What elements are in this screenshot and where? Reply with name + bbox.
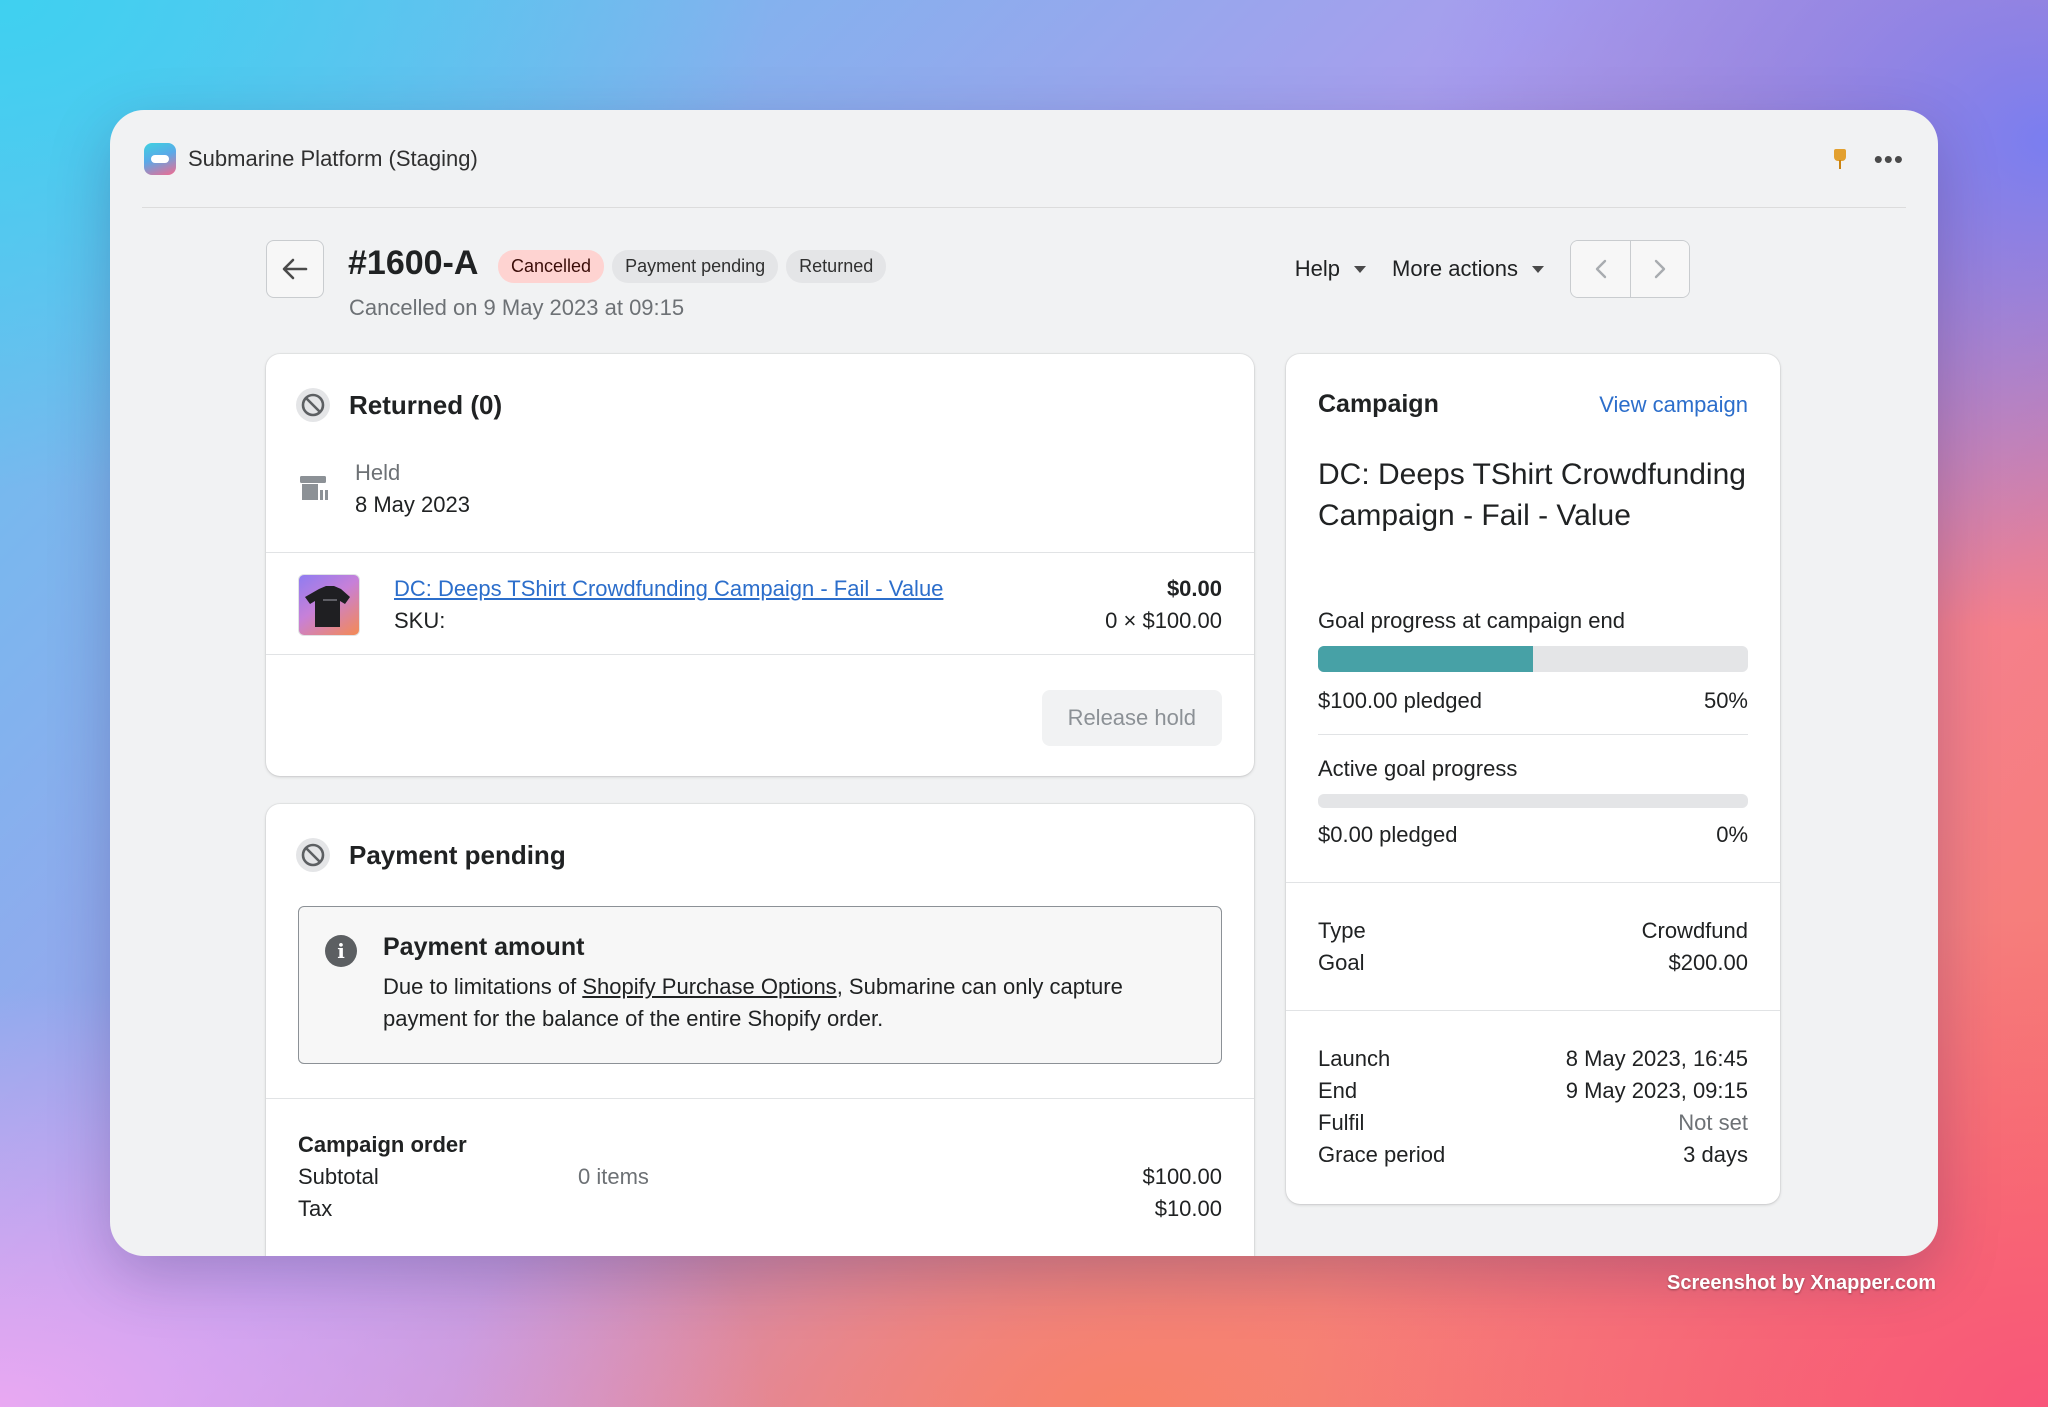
product-sku: SKU:	[394, 608, 446, 633]
subtotal-value: $100.00	[1142, 1164, 1222, 1189]
goal-label: Goal	[1318, 950, 1365, 975]
order-page: #1600-A Cancelled Payment pending Return…	[266, 240, 1780, 1256]
end-value: 9 May 2023, 09:15	[1565, 1078, 1748, 1103]
subtotal-label: Subtotal	[298, 1164, 379, 1189]
watermark: Screenshot by Xnapper.com	[1667, 1272, 1936, 1294]
goal-end-progress-bar	[1318, 646, 1748, 672]
pin-icon[interactable]	[1832, 147, 1848, 171]
chevron-left-icon	[1595, 259, 1606, 279]
caret-down-icon	[1532, 265, 1544, 273]
end-label: End	[1318, 1078, 1358, 1103]
product-thumbnail	[298, 574, 360, 636]
notice-text: Due to limitations of Shopify Purchase O…	[383, 971, 1183, 1035]
page-title: #1600-A	[348, 244, 479, 282]
notice-text-start: Due to limitations of	[383, 974, 583, 999]
product-link[interactable]: DC: Deeps TShirt Crowdfunding Campaign -…	[394, 576, 943, 602]
line-total: $0.00	[1166, 576, 1222, 601]
tax-label: Tax	[298, 1196, 333, 1221]
returned-title: Returned (0)	[349, 390, 503, 420]
type-label: Type	[1318, 918, 1366, 943]
help-menu-button[interactable]: Help	[1294, 240, 1367, 298]
app-title: Submarine Platform (Staging)	[188, 145, 478, 171]
status-badge-payment-pending: Payment pending	[612, 250, 779, 283]
next-button[interactable]	[1630, 241, 1689, 297]
line-qty-price: 0 × $100.00	[1105, 608, 1222, 633]
active-goal-label: Active goal progress	[1318, 756, 1518, 781]
launch-value: 8 May 2023, 16:45	[1565, 1046, 1748, 1071]
help-label: Help	[1294, 256, 1341, 281]
grace-period-label: Grace period	[1318, 1142, 1446, 1167]
fulfil-label: Fulfil	[1318, 1110, 1365, 1135]
blocked-icon	[296, 838, 330, 872]
payment-notice-banner: i Payment amount Due to limitations of S…	[298, 906, 1222, 1064]
page-subtitle: Cancelled on 9 May 2023 at 09:15	[349, 295, 685, 320]
blocked-icon	[296, 388, 330, 422]
campaign-name: DC: Deeps TShirt Crowdfunding Campaign -…	[1318, 458, 1746, 532]
more-actions-button[interactable]: More actions	[1392, 240, 1544, 298]
goal-end-label: Goal progress at campaign end	[1318, 608, 1625, 633]
campaign-card-title: Campaign	[1318, 390, 1439, 418]
held-icon	[298, 472, 330, 509]
app-bar: Submarine Platform (Staging) •••	[142, 110, 1906, 208]
payment-pending-card: Payment pending i Payment amount Due to …	[266, 804, 1254, 1256]
page-header: #1600-A Cancelled Payment pending Return…	[266, 240, 1690, 330]
more-options-icon[interactable]: •••	[1874, 146, 1904, 172]
tax-value: $10.00	[1154, 1196, 1222, 1221]
back-button[interactable]	[266, 240, 324, 298]
active-percent: 0%	[1716, 822, 1748, 847]
previous-button[interactable]	[1571, 241, 1630, 297]
returned-card: Returned (0) Held 8 May 2023 DC: Deeps T…	[266, 354, 1254, 776]
view-campaign-link[interactable]: View campaign	[1599, 392, 1748, 418]
caret-down-icon	[1354, 265, 1367, 273]
goal-end-percent: 50%	[1703, 688, 1748, 713]
held-label: Held	[355, 460, 401, 485]
campaign-card: Campaign View campaign DC: Deeps TShirt …	[1286, 354, 1780, 1204]
app-window: Submarine Platform (Staging) ••• #1600-A…	[110, 110, 1938, 1256]
release-hold-button[interactable]: Release hold	[1041, 690, 1222, 746]
app-logo	[144, 142, 176, 175]
goal-end-progress-fill	[1318, 646, 1533, 672]
arrow-left-icon	[282, 258, 308, 280]
pagination	[1570, 240, 1690, 298]
more-actions-label: More actions	[1392, 256, 1518, 281]
fulfil-value: Not set	[1678, 1110, 1748, 1135]
active-goal-progress-bar	[1318, 794, 1748, 808]
notice-title: Payment amount	[383, 933, 585, 961]
grace-period-value: 3 days	[1683, 1142, 1748, 1167]
status-badge-returned: Returned	[786, 250, 887, 283]
type-value: Crowdfund	[1641, 918, 1748, 943]
payment-pending-title: Payment pending	[349, 840, 566, 870]
launch-label: Launch	[1318, 1046, 1391, 1071]
info-icon: i	[325, 935, 357, 967]
goal-value: $200.00	[1668, 950, 1748, 975]
campaign-order-title: Campaign order	[298, 1132, 467, 1157]
held-date: 8 May 2023	[355, 492, 470, 517]
active-pledged: $0.00 pledged	[1318, 822, 1458, 847]
chevron-right-icon	[1654, 259, 1666, 279]
goal-end-pledged: $100.00 pledged	[1318, 688, 1482, 713]
shopify-purchase-options-link[interactable]: Shopify Purchase Options	[582, 974, 836, 999]
status-badge-cancelled: Cancelled	[498, 250, 605, 283]
subtotal-items: 0 items	[578, 1164, 649, 1189]
